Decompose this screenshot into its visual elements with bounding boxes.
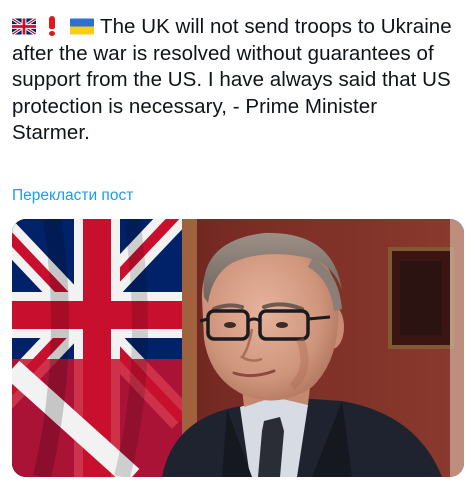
post-image[interactable] <box>12 219 464 477</box>
red-exclamation-icon <box>48 16 56 36</box>
post-text: The UK will not send troops to Ukraine a… <box>12 14 460 147</box>
ukraine-flag-icon <box>70 18 94 35</box>
translate-post-link[interactable]: Перекласти пост <box>12 187 133 205</box>
starmer-photo <box>12 219 464 477</box>
uk-flag-icon <box>12 18 36 35</box>
